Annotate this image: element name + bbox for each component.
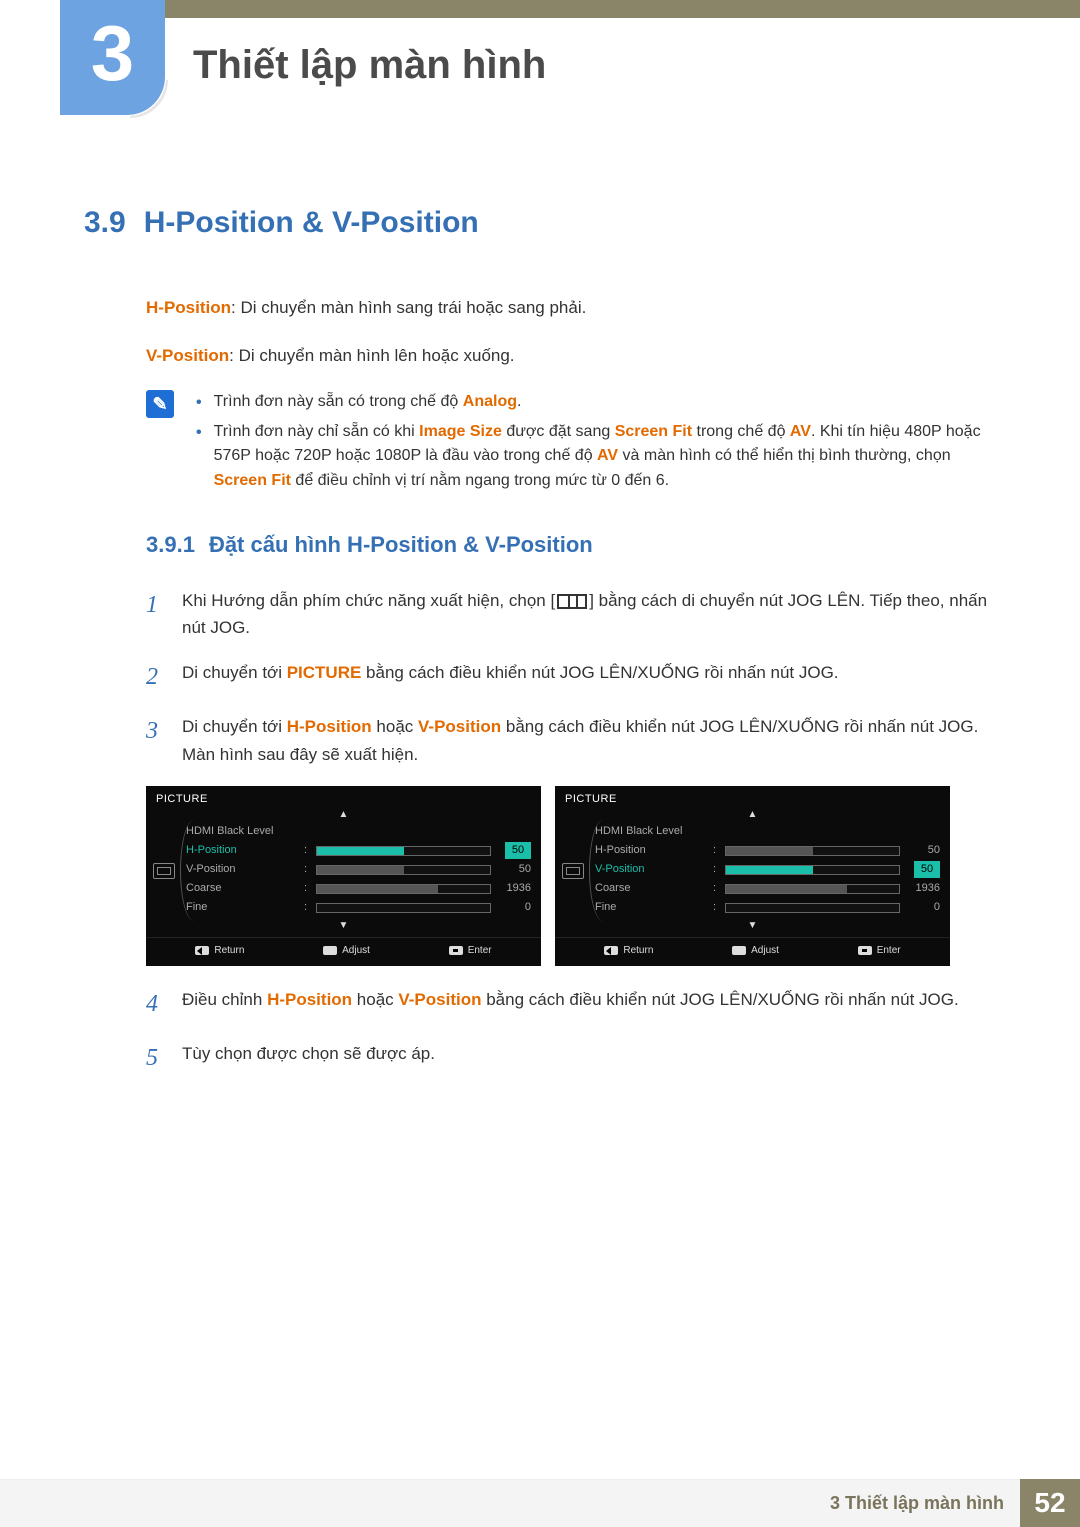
page-number: 52 <box>1020 1479 1080 1527</box>
chapter-badge: 3 <box>60 0 165 115</box>
osd-footer-return: Return <box>195 943 244 958</box>
step-4: 4 Điều chỉnh H-Position hoặc V-Position … <box>146 986 990 1022</box>
osd-screenshots: PICTURE ▲ HDMI Black Level H-Position:50… <box>146 786 990 967</box>
step-number: 2 <box>146 659 166 695</box>
step-5: 5 Tùy chọn được chọn sẽ được áp. <box>146 1040 990 1076</box>
osd-footer-enter: Enter <box>858 943 901 958</box>
step-number: 5 <box>146 1040 166 1076</box>
step-number: 3 <box>146 713 166 767</box>
osd-title: PICTURE <box>146 786 541 811</box>
osd-title: PICTURE <box>555 786 950 811</box>
step-number: 4 <box>146 986 166 1022</box>
note-item: • Trình đơn này chỉ sẵn có khi Image Siz… <box>196 420 990 494</box>
bullet-icon: • <box>196 420 202 494</box>
section-title: H-Position & V-Position <box>144 200 479 245</box>
step-1: 1 Khi Hướng dẫn phím chức năng xuất hiện… <box>146 587 990 641</box>
subsection-title: Đặt cấu hình H-Position & V-Position <box>209 528 593 561</box>
section-number: 3.9 <box>84 200 126 245</box>
footer-label: 3 Thiết lập màn hình <box>0 1479 1020 1527</box>
note-item: • Trình đơn này sẵn có trong chế độ Anal… <box>196 390 990 416</box>
menu-icon <box>557 594 587 609</box>
chapter-header: 3 Thiết lập màn hình <box>0 0 1080 115</box>
note-icon: ✎ <box>146 390 174 418</box>
osd-footer-adjust: Adjust <box>732 943 779 958</box>
osd-footer-adjust: Adjust <box>323 943 370 958</box>
definition-h: H-Position: Di chuyển màn hình sang trái… <box>146 295 990 321</box>
subsection-number: 3.9.1 <box>146 528 195 561</box>
term-h-position: H-Position <box>146 298 231 317</box>
page-footer: 3 Thiết lập màn hình 52 <box>0 1479 1080 1527</box>
term-v-position: V-Position <box>146 346 229 365</box>
subsection-heading: 3.9.1 Đặt cấu hình H-Position & V-Positi… <box>146 528 990 561</box>
note-block: ✎ • Trình đơn này sẵn có trong chế độ An… <box>146 390 990 498</box>
arrow-down-icon: ▼ <box>146 921 541 931</box>
arrow-down-icon: ▼ <box>555 921 950 931</box>
osd-footer-enter: Enter <box>449 943 492 958</box>
osd-panel-hpos: PICTURE ▲ HDMI Black Level H-Position:50… <box>146 786 541 967</box>
arrow-up-icon: ▲ <box>146 810 541 820</box>
chapter-title: Thiết lập màn hình <box>193 35 546 95</box>
osd-panel-vpos: PICTURE ▲ HDMI Black Level H-Position:50… <box>555 786 950 967</box>
step-number: 1 <box>146 587 166 641</box>
section-heading: 3.9 H-Position & V-Position <box>84 200 990 245</box>
step-3: 3 Di chuyển tới H-Position hoặc V-Positi… <box>146 713 990 767</box>
definition-v: V-Position: Di chuyển màn hình lên hoặc … <box>146 343 990 369</box>
step-2: 2 Di chuyển tới PICTURE bằng cách điều k… <box>146 659 990 695</box>
bullet-icon: • <box>196 390 202 416</box>
arrow-up-icon: ▲ <box>555 810 950 820</box>
osd-footer-return: Return <box>604 943 653 958</box>
osd-category-icon <box>555 820 591 921</box>
osd-category-icon <box>146 820 182 921</box>
